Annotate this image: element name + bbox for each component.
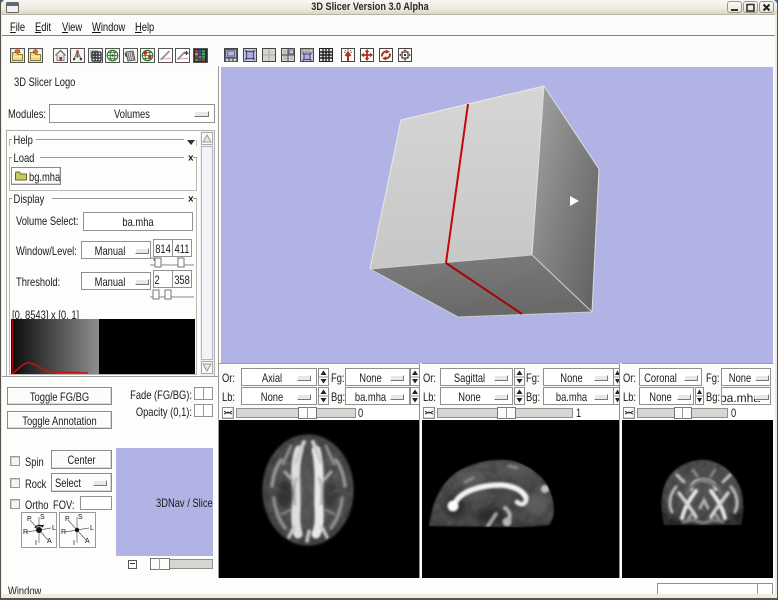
svg-text:S: S <box>40 514 45 521</box>
svg-text:R: R <box>23 529 28 536</box>
svg-text:P: P <box>27 516 32 523</box>
svg-text:L: L <box>52 525 56 532</box>
svg-text:A: A <box>47 538 52 545</box>
svg-text:R: R <box>61 529 66 536</box>
svg-text:S: S <box>78 514 83 521</box>
svg-text:A: A <box>85 538 90 545</box>
svg-text:I: I <box>73 540 75 547</box>
svg-text:L: L <box>90 525 94 532</box>
svg-text:I: I <box>35 540 37 547</box>
svg-text:P: P <box>65 516 70 523</box>
